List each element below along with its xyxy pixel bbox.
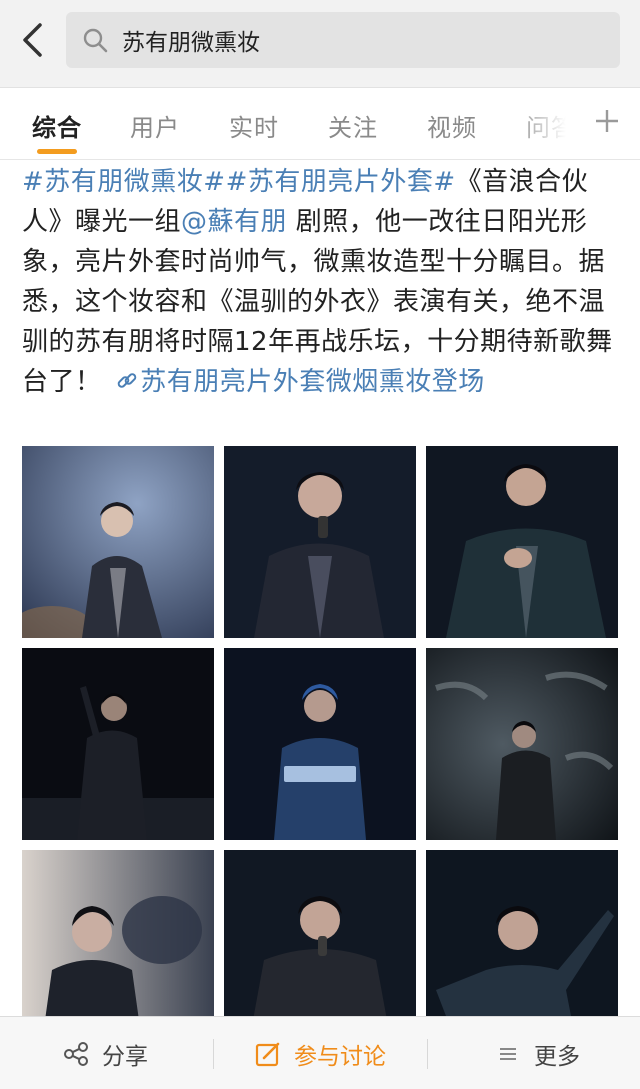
share-label: 分享 — [102, 1043, 148, 1070]
more-button[interactable]: 更多 — [494, 1017, 580, 1089]
stage-photo[interactable] — [426, 648, 618, 840]
search-tabs: 综合 用户 实时 关注 视频 问答 — [0, 88, 640, 160]
back-button[interactable] — [10, 18, 54, 62]
plus-icon[interactable] — [590, 104, 624, 138]
tab-fade — [510, 88, 590, 158]
tab-all[interactable]: 综合 — [32, 108, 82, 143]
stage-photo[interactable] — [426, 850, 618, 1042]
post-content: #苏有朋微熏妆##苏有朋亮片外套#《音浪合伙人》曝光一组@蘇有朋 剧照，他一改往… — [22, 162, 622, 402]
menu-icon — [494, 1040, 522, 1068]
divider — [427, 1039, 428, 1069]
tab-following[interactable]: 关注 — [328, 108, 378, 143]
tab-users[interactable]: 用户 — [130, 108, 180, 143]
share-icon — [62, 1040, 90, 1068]
discuss-button[interactable]: 参与讨论 — [254, 1017, 386, 1089]
discuss-label: 参与讨论 — [294, 1043, 386, 1070]
hashtag-link[interactable]: #苏有朋微熏妆# — [22, 167, 226, 197]
more-label: 更多 — [534, 1043, 580, 1070]
bottom-action-bar: 分享 参与讨论 更多 — [0, 1016, 640, 1089]
search-icon — [82, 27, 108, 53]
web-link[interactable]: 苏有朋亮片外套微烟熏妆登场 — [110, 367, 485, 397]
link-text: 苏有朋亮片外套微烟熏妆登场 — [140, 367, 485, 397]
stage-photo[interactable] — [22, 850, 214, 1042]
search-input[interactable]: 苏有朋微熏妆 — [66, 12, 620, 68]
stage-photo[interactable] — [224, 446, 416, 638]
mention-link[interactable]: @蘇有朋 — [181, 207, 287, 237]
stage-photo[interactable] — [224, 648, 416, 840]
stage-photo[interactable] — [224, 850, 416, 1042]
link-icon — [118, 373, 137, 388]
divider — [213, 1039, 214, 1069]
hashtag-link[interactable]: #苏有朋亮片外套# — [226, 167, 456, 197]
tab-video[interactable]: 视频 — [427, 108, 477, 143]
stage-photo[interactable] — [22, 648, 214, 840]
photo-grid — [22, 446, 618, 1042]
share-button[interactable]: 分享 — [62, 1017, 148, 1089]
stage-photo[interactable] — [426, 446, 618, 638]
edit-icon — [254, 1040, 282, 1068]
search-header: 苏有朋微熏妆 — [0, 0, 640, 88]
active-tab-indicator — [37, 149, 77, 154]
tab-realtime[interactable]: 实时 — [229, 108, 279, 143]
chevron-left-icon — [23, 23, 42, 57]
search-query: 苏有朋微熏妆 — [122, 30, 260, 56]
stage-photo[interactable] — [22, 446, 214, 638]
